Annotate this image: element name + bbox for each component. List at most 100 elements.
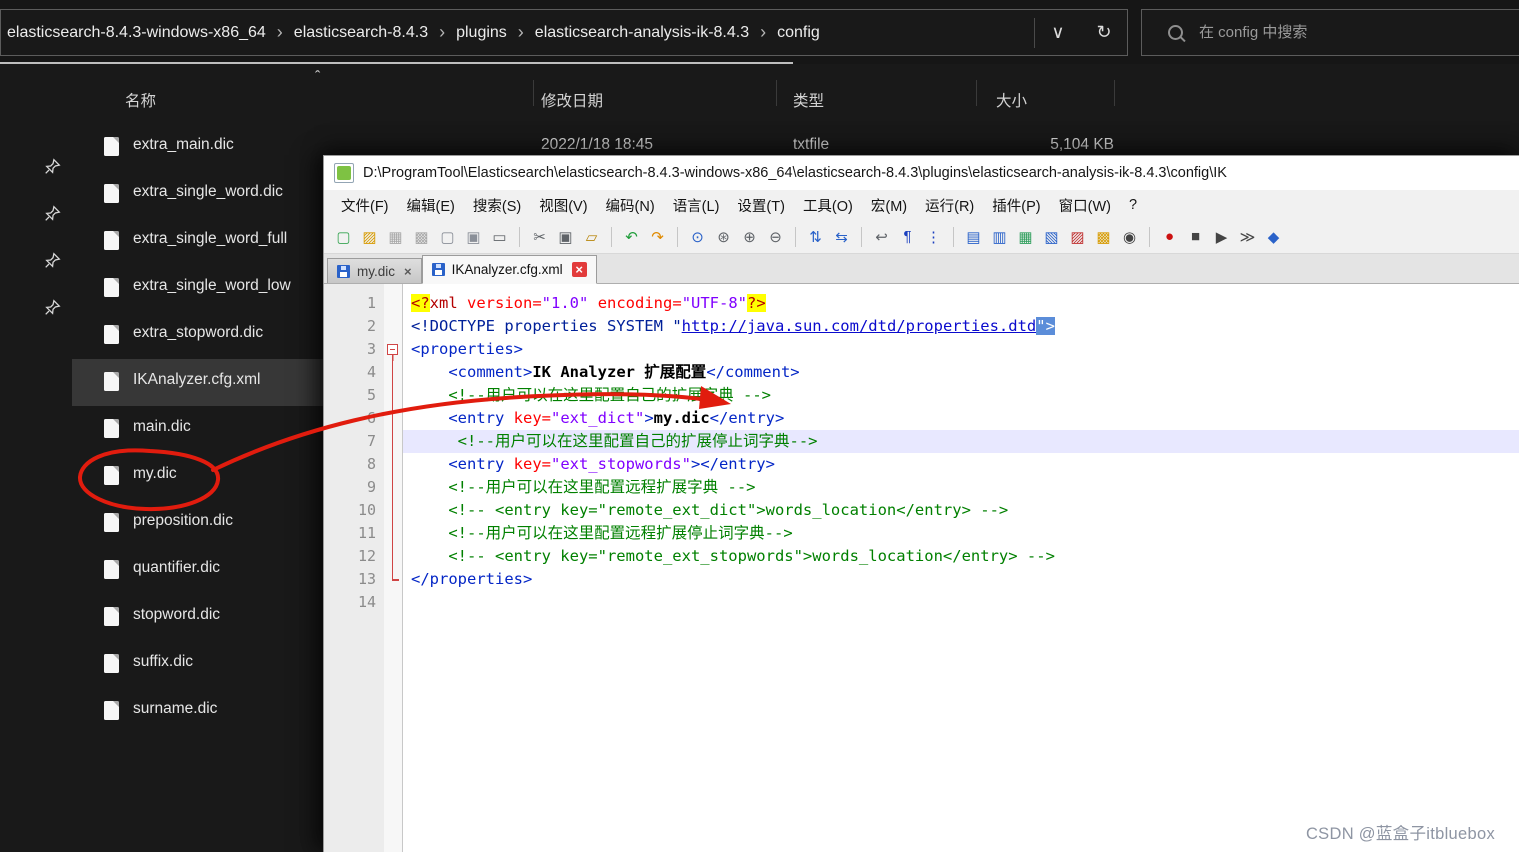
menu-item-11[interactable]: 窗口(W) — [1050, 191, 1120, 220]
menu-item-8[interactable]: 宏(M) — [862, 191, 916, 220]
column-header-name[interactable]: ˆ 名称 — [125, 69, 320, 111]
open-folder-icon[interactable]: ▨ — [358, 225, 381, 248]
save-all-icon[interactable]: ▩ — [410, 225, 433, 248]
zoom-in-icon[interactable]: ⊕ — [738, 225, 761, 248]
fold-marker[interactable] — [384, 476, 402, 499]
column-header-type[interactable]: 类型 — [793, 89, 824, 111]
code-line[interactable]: 12 <!-- <entry key="remote_ext_stopwords… — [324, 545, 1519, 568]
folder-as-workspace-icon[interactable]: ▧ — [1040, 225, 1063, 248]
tab-ikanalyzer-cfg-xml[interactable]: IKAnalyzer.cfg.xml × — [421, 255, 597, 284]
code-line[interactable]: 3 <properties> — [324, 338, 1519, 361]
indent-guide-icon[interactable]: ⋮ — [922, 225, 945, 248]
new-file-icon[interactable]: ▢ — [332, 225, 355, 248]
word-wrap-icon[interactable]: ↩ — [870, 225, 893, 248]
code-line[interactable]: 2 <!DOCTYPE properties SYSTEM "http://jav… — [324, 315, 1519, 338]
zoom-out-icon[interactable]: ⊖ — [764, 225, 787, 248]
redo-icon[interactable]: ↷ — [646, 225, 669, 248]
cut-icon[interactable]: ✂ — [528, 225, 551, 248]
start-recording-icon[interactable]: ● — [1158, 225, 1181, 248]
file-browser-icon[interactable]: ▩ — [1092, 225, 1115, 248]
column-header-size[interactable]: 大小 — [996, 89, 1027, 111]
code-line[interactable]: 4 <comment>IK Analyzer 扩展配置</comment> — [324, 361, 1519, 384]
run-macro-multiple-icon[interactable]: ≫ — [1236, 225, 1259, 248]
menu-item-12[interactable]: ? — [1120, 193, 1146, 217]
menu-item-0[interactable]: 文件(F) — [332, 191, 398, 220]
pinned-item-icon[interactable] — [44, 158, 62, 176]
search-box[interactable] — [1141, 9, 1519, 56]
undo-icon[interactable]: ↶ — [620, 225, 643, 248]
breadcrumb-item-elasticsearch-8-4-3[interactable]: elasticsearch-8.4.3 — [294, 24, 428, 42]
fold-marker[interactable] — [384, 545, 402, 568]
menu-item-7[interactable]: 工具(O) — [794, 191, 862, 220]
code-line[interactable]: 5 <!--用户可以在这里配置自己的扩展字典 --> — [324, 384, 1519, 407]
file-name: preposition.dic — [133, 512, 233, 529]
sync-horizontal-scroll-icon[interactable]: ⇆ — [830, 225, 853, 248]
fold-marker[interactable] — [384, 407, 402, 430]
editor[interactable]: 1 <?xml version="1.0" encoding="UTF-8"?> 2… — [324, 284, 1519, 852]
close-icon[interactable]: ▢ — [436, 225, 459, 248]
code-line[interactable]: 8 <entry key="ext_stopwords"></entry> — [324, 453, 1519, 476]
menu-item-2[interactable]: 搜索(S) — [464, 191, 530, 220]
print-icon[interactable]: ▭ — [488, 225, 511, 248]
fold-marker[interactable] — [384, 522, 402, 545]
menu-item-1[interactable]: 编辑(E) — [398, 191, 464, 220]
column-header-date[interactable]: 修改日期 — [541, 89, 603, 111]
tab-close-icon[interactable]: × — [404, 265, 412, 278]
line-number: 1 — [366, 294, 376, 312]
fold-marker[interactable] — [384, 568, 402, 591]
show-all-characters-icon[interactable]: ¶ — [896, 225, 919, 248]
breadcrumb-item-plugins[interactable]: plugins — [456, 24, 507, 42]
fold-marker[interactable] — [384, 430, 402, 453]
notepad-titlebar[interactable]: D:\ProgramTool\Elasticsearch\elasticsear… — [324, 156, 1519, 190]
replace-icon[interactable]: ⊛ — [712, 225, 735, 248]
find-icon[interactable]: ⊙ — [686, 225, 709, 248]
fold-marker[interactable] — [384, 338, 402, 361]
paste-icon[interactable]: ▱ — [580, 225, 603, 248]
function-list-icon[interactable]: ▤ — [962, 225, 985, 248]
code-line[interactable]: 7 <!--用户可以在这里配置自己的扩展停止词字典--> — [324, 430, 1519, 453]
pinned-item-icon[interactable] — [44, 252, 62, 270]
close-all-icon[interactable]: ▣ — [462, 225, 485, 248]
tab-my-dic[interactable]: my.dic × — [327, 258, 422, 283]
menu-item-10[interactable]: 插件(P) — [983, 191, 1049, 220]
save-icon[interactable]: ▦ — [384, 225, 407, 248]
menu-item-5[interactable]: 语言(L) — [664, 191, 729, 220]
tab-close-icon[interactable]: × — [571, 262, 587, 277]
save-macro-icon[interactable]: ◆ — [1262, 225, 1285, 248]
code-line[interactable]: 10 <!-- <entry key="remote_ext_dict">wor… — [324, 499, 1519, 522]
line-number: 2 — [366, 317, 376, 335]
fold-marker[interactable] — [384, 361, 402, 384]
fold-marker[interactable] — [384, 384, 402, 407]
fold-marker[interactable] — [384, 499, 402, 522]
code-line[interactable]: 14 — [324, 591, 1519, 614]
sort-ascending-icon: ˆ — [315, 69, 321, 86]
menu-item-9[interactable]: 运行(R) — [916, 191, 983, 220]
playback-macro-icon[interactable]: ▶ — [1210, 225, 1233, 248]
user-defined-language-icon[interactable]: ▨ — [1066, 225, 1089, 248]
pinned-item-icon[interactable] — [44, 299, 62, 317]
menu-item-6[interactable]: 设置(T) — [728, 191, 794, 220]
address-box[interactable]: elasticsearch-8.4.3-windows-x86_64 › elast… — [0, 9, 1128, 56]
breadcrumb-item-elasticsearch-analysis-ik-8-4-3[interactable]: elasticsearch-analysis-ik-8.4.3 — [535, 24, 749, 42]
copy-icon[interactable]: ▣ — [554, 225, 577, 248]
breadcrumb-item-config[interactable]: config — [777, 24, 820, 42]
search-input[interactable] — [1197, 23, 1491, 42]
code-line[interactable]: 11 <!--用户可以在这里配置远程扩展停止词字典--> — [324, 522, 1519, 545]
code-line[interactable]: 6 <entry key="ext_dict">my.dic</entry> — [324, 407, 1519, 430]
toolbar-separator — [1149, 226, 1150, 247]
menu-item-3[interactable]: 视图(V) — [530, 191, 596, 220]
pinned-item-icon[interactable] — [44, 205, 62, 223]
code-line[interactable]: 9 <!--用户可以在这里配置远程扩展字典 --> — [324, 476, 1519, 499]
stop-recording-icon[interactable]: ■ — [1184, 225, 1207, 248]
document-map-icon[interactable]: ▥ — [988, 225, 1011, 248]
document-list-icon[interactable]: ▦ — [1014, 225, 1037, 248]
sync-vertical-scroll-icon[interactable]: ⇅ — [804, 225, 827, 248]
fold-marker[interactable] — [384, 453, 402, 476]
menu-item-4[interactable]: 编码(N) — [597, 191, 664, 220]
code-line[interactable]: 1 <?xml version="1.0" encoding="UTF-8"?> — [324, 292, 1519, 315]
code-line[interactable]: 13 </properties> — [324, 568, 1519, 591]
monitoring-icon[interactable]: ◉ — [1118, 225, 1141, 248]
breadcrumb-item-elasticsearch-8-4-3-windows-x86-64[interactable]: elasticsearch-8.4.3-windows-x86_64 — [7, 24, 266, 42]
address-dropdown-icon[interactable]: ∨ — [1035, 22, 1081, 43]
refresh-icon[interactable]: ↻ — [1081, 22, 1127, 43]
